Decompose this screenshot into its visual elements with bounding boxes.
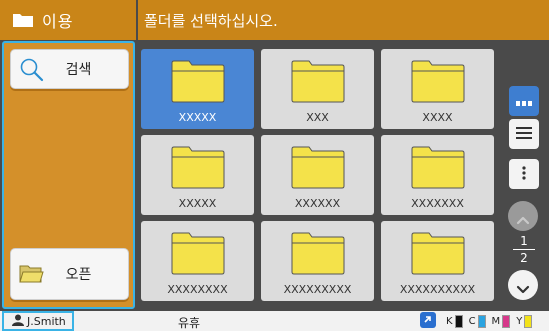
header-message-bar: 폴더를 선택하십시오. — [138, 0, 549, 40]
list-view-button[interactable] — [509, 119, 539, 149]
status-bar: J.Smith 유휴 K C M Y — [0, 311, 549, 331]
left-panel: 검색 오픈 — [2, 41, 135, 309]
folder-name: XXXXX — [178, 111, 217, 124]
ink-level-fill — [478, 315, 485, 327]
folder-name: XXXXXXXXXX — [399, 283, 476, 296]
page-title: 이용 — [42, 12, 74, 31]
page-current: 1 — [520, 234, 528, 248]
page-divider — [513, 249, 535, 250]
grid-view-button[interactable] — [509, 86, 539, 116]
user-icon — [12, 314, 24, 329]
folder-icon — [12, 12, 34, 28]
chevron-up-icon — [516, 210, 530, 229]
folder-name: XXX — [306, 111, 329, 124]
folder-tile[interactable]: XXXXXXXX — [141, 221, 254, 301]
ink-level-bar — [524, 314, 533, 328]
folder-grid: XXXXX XXX XXXX XXXXX XXXXXX XXXXXXX XXXXXXXX XX… — [137, 41, 497, 309]
open-label: 오픈 — [65, 267, 92, 283]
ink-label: M — [491, 315, 501, 327]
folder-name: XXXX — [422, 111, 453, 124]
header-mode-bar: 이용 — [0, 0, 136, 40]
folder-tile[interactable]: XXXXXXXXX — [261, 221, 374, 301]
folder-tile[interactable]: XXX — [261, 49, 374, 129]
folder-tile[interactable]: XXXXXXX — [381, 135, 494, 215]
more-vertical-icon — [522, 165, 526, 184]
ink-level-fill — [455, 315, 462, 327]
folder-name: XXXXX — [178, 197, 217, 210]
user-name: J.Smith — [27, 314, 66, 328]
folder-tile[interactable]: XXXXXX — [261, 135, 374, 215]
right-controls: 1 2 — [499, 41, 549, 309]
link-icon — [420, 311, 436, 331]
ink-level-bar — [454, 314, 463, 328]
scroll-up-button[interactable] — [508, 201, 538, 231]
ink-level-bar — [502, 314, 511, 328]
folder-tile[interactable]: XXXX — [381, 49, 494, 129]
ink-level-fill — [525, 315, 532, 327]
folder-tile[interactable]: XXXXX — [141, 135, 254, 215]
scroll-down-button[interactable] — [508, 270, 538, 300]
folder-name: XXXXXXX — [411, 197, 464, 210]
chevron-down-icon — [516, 280, 530, 299]
ink-level-bar — [477, 314, 486, 328]
search-label: 검색 — [65, 62, 92, 78]
folder-name: XXXXXX — [294, 197, 341, 210]
more-options-button[interactable] — [509, 159, 539, 189]
folder-tile[interactable]: XXXXX — [141, 49, 254, 129]
user-login-button[interactable]: J.Smith — [2, 311, 74, 331]
ink-label: C — [468, 315, 476, 327]
instruction-message: 폴더를 선택하십시오. — [144, 11, 278, 30]
ink-label: K — [446, 315, 453, 327]
list-view-icon — [516, 125, 532, 144]
grid-view-icon — [516, 92, 532, 111]
open-button[interactable]: 오픈 — [10, 248, 129, 300]
search-button[interactable]: 검색 — [10, 49, 129, 89]
page-indicator: 1 2 — [513, 234, 535, 265]
ink-label: Y — [516, 315, 523, 327]
folder-tile[interactable]: XXXXXXXXXX — [381, 221, 494, 301]
folder-name: XXXXXXXX — [167, 283, 228, 296]
ink-levels: KCMY — [420, 311, 533, 331]
ink-level-fill — [503, 315, 510, 327]
folder-name: XXXXXXXXX — [283, 283, 352, 296]
printer-status: 유휴 — [178, 316, 201, 330]
page-total: 2 — [520, 251, 528, 265]
